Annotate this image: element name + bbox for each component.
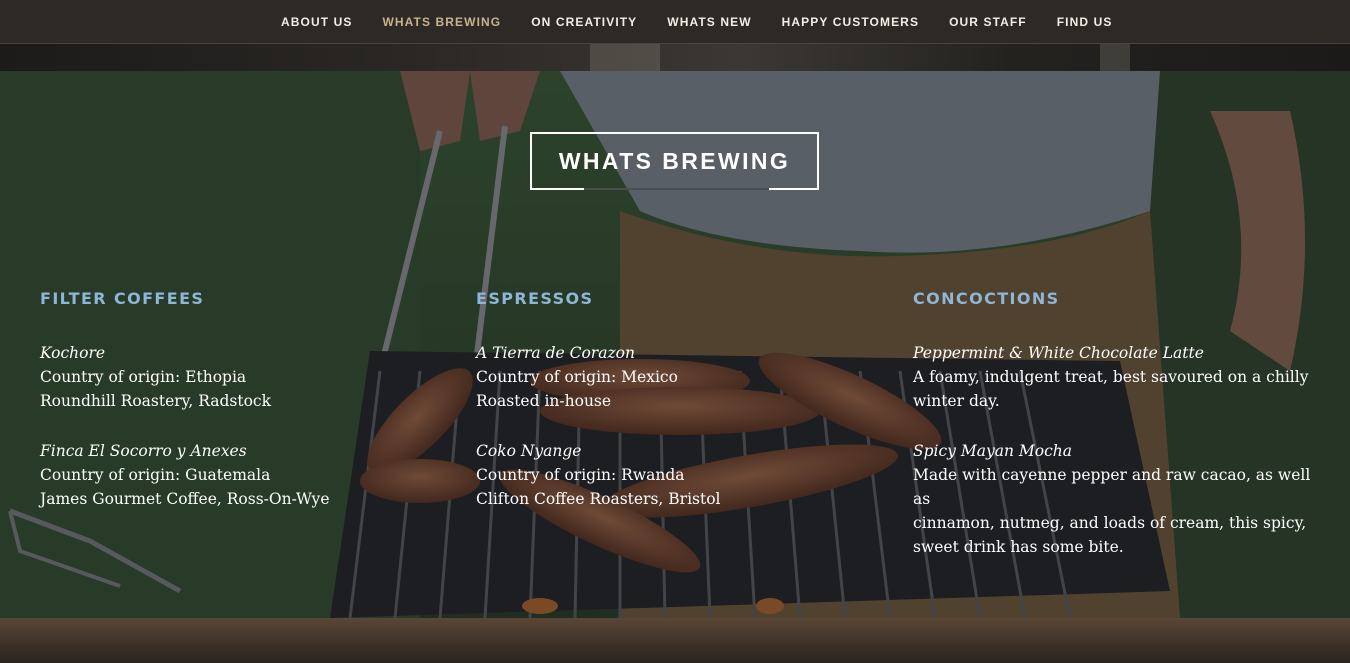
top-navigation: ABOUT US WHATS BREWING ON CREATIVITY WHA… xyxy=(0,0,1350,44)
entry-name: A Tierra de Corazon xyxy=(476,344,635,362)
entry-name: Kochore xyxy=(40,344,106,362)
menu-entry: Kochore Country of origin: Ethopia Round… xyxy=(40,341,440,413)
entry-line: winter day. xyxy=(913,392,1000,410)
nav-item-find-us: FIND US xyxy=(1042,0,1128,44)
menu-entry: Coko Nyange Country of origin: Rwanda Cl… xyxy=(476,439,876,511)
previous-section-edge xyxy=(0,44,1350,71)
entry-line: Roundhill Roastery, Radstock xyxy=(40,392,272,410)
entry-line: Country of origin: Guatemala xyxy=(40,466,271,484)
entry-line: Roasted in-house xyxy=(476,392,612,410)
title-box-gap xyxy=(584,188,769,190)
nav-item-our-staff: OUR STAFF xyxy=(934,0,1042,44)
entry-line: cinnamon, nutmeg, and loads of cream, th… xyxy=(913,514,1307,532)
nav-item-on-creativity: ON CREATIVITY xyxy=(516,0,652,44)
entry-line: Country of origin: Ethopia xyxy=(40,368,247,386)
column-heading: CONCOCTIONS xyxy=(913,289,1060,308)
nav-link-on-creativity[interactable]: ON CREATIVITY xyxy=(516,0,652,44)
nav-link-happy-customers[interactable]: HAPPY CUSTOMERS xyxy=(767,0,934,44)
column-concoctions: CONCOCTIONS Peppermint & White Chocolate… xyxy=(913,289,1313,585)
section-title: WHATS BREWING xyxy=(558,147,791,174)
entry-line: Made with cayenne pepper and raw cacao, … xyxy=(913,466,1311,508)
entry-name: Spicy Mayan Mocha xyxy=(913,442,1072,460)
entry-line: Country of origin: Rwanda xyxy=(476,466,685,484)
entry-line: James Gourmet Coffee, Ross-On-Wye xyxy=(40,490,330,508)
entry-line: A foamy, indulgent treat, best savoured … xyxy=(913,368,1309,386)
next-section-edge xyxy=(0,618,1350,663)
column-heading: FILTER COFFEES xyxy=(40,289,205,308)
column-espressos: ESPRESSOS A Tierra de Corazon Country of… xyxy=(476,289,876,537)
menu-entry: Peppermint & White Chocolate Latte A foa… xyxy=(913,341,1313,413)
entry-line: Clifton Coffee Roasters, Bristol xyxy=(476,490,721,508)
nav-menu: ABOUT US WHATS BREWING ON CREATIVITY WHA… xyxy=(266,0,1127,44)
menu-entry: A Tierra de Corazon Country of origin: M… xyxy=(476,341,876,413)
nav-item-happy-customers: HAPPY CUSTOMERS xyxy=(767,0,934,44)
nav-link-our-staff[interactable]: OUR STAFF xyxy=(934,0,1042,44)
column-filter-coffees: FILTER COFFEES Kochore Country of origin… xyxy=(40,289,440,537)
nav-link-about-us[interactable]: ABOUT US xyxy=(266,0,367,44)
entry-name: Peppermint & White Chocolate Latte xyxy=(913,344,1204,362)
entry-line: Country of origin: Mexico xyxy=(476,368,678,386)
menu-entry: Spicy Mayan Mocha Made with cayenne pepp… xyxy=(913,439,1313,559)
entry-name: Finca El Socorro y Anexes xyxy=(40,442,247,460)
entry-name: Coko Nyange xyxy=(476,442,582,460)
nav-link-find-us[interactable]: FIND US xyxy=(1042,0,1128,44)
nav-link-whats-brewing[interactable]: WHATS BREWING xyxy=(367,0,516,44)
menu-entry: Finca El Socorro y Anexes Country of ori… xyxy=(40,439,440,511)
section-title-box: WHATS BREWING xyxy=(530,132,819,190)
nav-item-about-us: ABOUT US xyxy=(266,0,367,44)
nav-item-whats-brewing: WHATS BREWING xyxy=(367,0,516,44)
whats-brewing-section: WHATS BREWING FILTER COFFEES Kochore Cou… xyxy=(0,71,1350,618)
nav-item-whats-new: WHATS NEW xyxy=(652,0,766,44)
nav-link-whats-new[interactable]: WHATS NEW xyxy=(652,0,766,44)
entry-line: sweet drink has some bite. xyxy=(913,538,1124,556)
column-heading: ESPRESSOS xyxy=(476,289,594,308)
